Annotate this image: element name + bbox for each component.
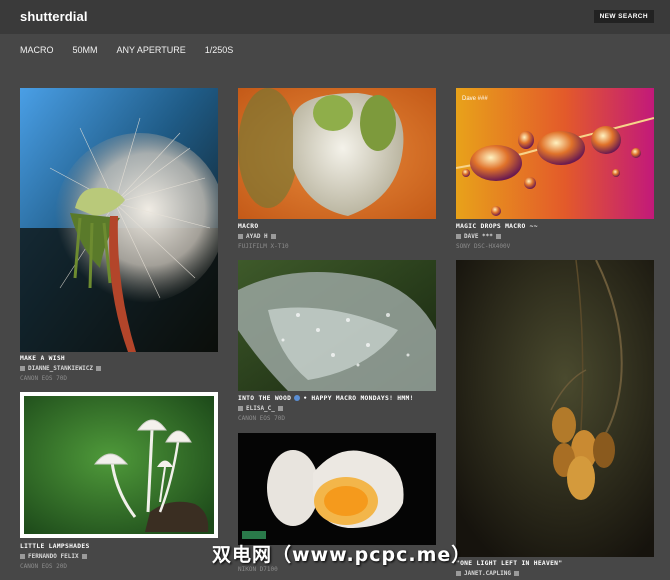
photo-author-row: ELISA_C_ <box>238 405 414 412</box>
photo-title[interactable]: MACRO <box>238 223 289 230</box>
filter-bar: MACRO 50MM ANY APERTURE 1/250S <box>20 45 252 55</box>
photo-macro-bud[interactable] <box>238 88 436 219</box>
photo-camera: FUJIFILM X-T10 <box>238 243 289 250</box>
user-icon <box>238 234 243 239</box>
photo-camera: SONY DSC-HX400V <box>456 243 511 250</box>
photo-author[interactable]: DIANNE_STANKIEWICZ <box>28 365 93 372</box>
photo-into-the-wood[interactable] <box>238 260 436 391</box>
photo-card: LITTLE LAMPSHADES FERNANDO FELIX CANON E… <box>20 392 218 572</box>
photo-author[interactable]: DAVE *** <box>464 233 493 240</box>
photo-camera: CANON EOS 70D <box>20 375 67 382</box>
photo-author[interactable]: ELISA_C_ <box>246 405 275 412</box>
photo-one-light-left[interactable] <box>456 260 654 557</box>
drops-logo-overlay: Dave ### <box>462 96 488 102</box>
photo-card: Dave ### MAGIC DROPS MACRO ~~ DAVE *** S… <box>456 88 654 252</box>
photo-camera: CANON EOS 20D <box>20 563 67 570</box>
site-watermark: 双电网（www.pcpc.me） <box>212 544 472 566</box>
filter-lens-type[interactable]: MACRO <box>20 45 54 55</box>
filter-aperture[interactable]: ANY APERTURE <box>117 45 186 55</box>
photo-title[interactable]: MAGIC DROPS MACRO ~~ <box>456 223 538 230</box>
user-icon <box>20 554 25 559</box>
photo-camera: CANON EOS 70D <box>238 415 285 422</box>
badge-icon <box>81 554 87 559</box>
filter-focal-length[interactable]: 50MM <box>73 45 98 55</box>
user-icon <box>456 571 461 576</box>
top-bar: shutterdial NEW SEARCH <box>0 0 670 34</box>
photo-meta: LITTLE LAMPSHADES FERNANDO FELIX CANON E… <box>20 543 90 570</box>
globe-icon <box>294 395 301 401</box>
badge-icon <box>513 571 519 576</box>
badge-icon <box>277 406 283 411</box>
badge-icon <box>495 234 501 239</box>
photo-meta: MACRO AYAD H FUJIFILM X-T10 <box>238 223 289 250</box>
photo-camera: NIKON D7100 <box>238 566 278 573</box>
photo-author[interactable]: AYAD H <box>246 233 268 240</box>
photo-author[interactable]: FERNANDO FELIX <box>28 553 79 560</box>
user-icon <box>20 366 25 371</box>
user-icon <box>456 234 461 239</box>
photo-title[interactable]: INTO THE WOOD <box>238 395 291 402</box>
filter-shutter-speed[interactable]: 1/250S <box>205 45 234 55</box>
photo-title-suffix[interactable]: HAPPY MACRO MONDAYS! HMM! <box>311 395 413 402</box>
photo-meta: INTO THE WOOD • HAPPY MACRO MONDAYS! HMM!… <box>238 395 414 422</box>
photo-title[interactable]: "ONE LIGHT LEFT IN HEAVEN" <box>456 560 562 567</box>
photo-meta: MAKE A WISH DIANNE_STANKIEWICZ CANON EOS… <box>20 355 102 382</box>
photo-meta: "ONE LIGHT LEFT IN HEAVEN" JANET.CAPLING <box>456 560 562 577</box>
photo-author[interactable]: JANET.CAPLING <box>464 570 511 577</box>
photo-magic-drops[interactable]: Dave ### <box>456 88 654 219</box>
user-icon <box>238 406 243 411</box>
photo-card: MACRO AYAD H FUJIFILM X-T10 <box>238 88 436 252</box>
photo-author-row: FERNANDO FELIX <box>20 553 90 560</box>
photo-egg[interactable] <box>238 433 436 545</box>
photo-title-row: INTO THE WOOD • HAPPY MACRO MONDAYS! HMM! <box>238 395 414 402</box>
photo-card: INTO THE WOOD • HAPPY MACRO MONDAYS! HMM!… <box>238 260 448 424</box>
photo-author-row: JANET.CAPLING <box>456 570 562 577</box>
photo-author-row: DIANNE_STANKIEWICZ <box>20 365 102 372</box>
photo-dandelion[interactable] <box>20 88 218 352</box>
photo-card: MAKE A WISH DIANNE_STANKIEWICZ CANON EOS… <box>20 88 218 384</box>
photo-title[interactable]: LITTLE LAMPSHADES <box>20 543 90 550</box>
logo[interactable]: shutterdial <box>20 9 88 24</box>
photo-title[interactable]: MAKE A WISH <box>20 355 101 362</box>
new-search-button[interactable]: NEW SEARCH <box>593 10 654 23</box>
photo-meta: MAGIC DROPS MACRO ~~ DAVE *** SONY DSC-H… <box>456 223 538 250</box>
badge-icon <box>96 366 102 371</box>
photo-lampshades[interactable] <box>20 392 218 538</box>
photo-card: "ONE LIGHT LEFT IN HEAVEN" JANET.CAPLING <box>456 260 654 577</box>
photo-author-row: AYAD H <box>238 233 289 240</box>
badge-icon <box>270 234 276 239</box>
photo-author-row: DAVE *** <box>456 233 538 240</box>
